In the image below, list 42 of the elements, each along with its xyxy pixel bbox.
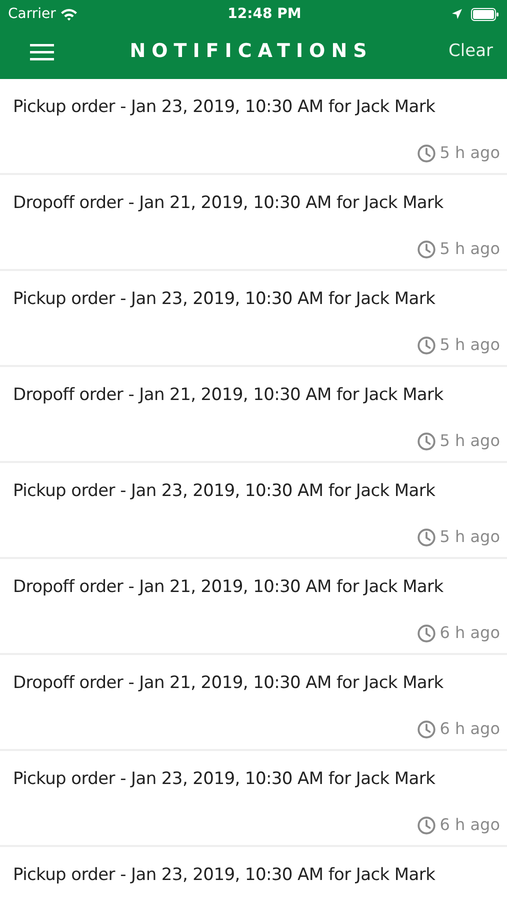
time-ago: 6 h ago — [440, 814, 500, 836]
clock-icon — [416, 816, 436, 834]
clock-icon — [416, 528, 436, 546]
page-title: NOTIFICATIONS — [130, 39, 373, 64]
notification-text: Dropoff order - Jan 21, 2019, 10:30 AM for Jack Mark — [13, 576, 444, 599]
time-ago: 5 h ago — [440, 238, 500, 260]
notification-item[interactable]: Pickup order - Jan 23, 2019, 10:30 AM for Jack Mark 5 h ago — [0, 463, 507, 559]
notification-item[interactable]: Dropoff order - Jan 21, 2019, 10:30 AM for Jack Mark 5 h ago — [0, 367, 507, 463]
notification-item[interactable]: Pickup order - Jan 23, 2019, 10:30 AM for Jack Mark 5 h ago — [0, 79, 507, 175]
notification-item[interactable]: Pickup order - Jan 23, 2019, 10:30 AM for Jack Mark — [0, 847, 507, 888]
notification-item[interactable]: Pickup order - Jan 23, 2019, 10:30 AM for Jack Mark 5 h ago — [0, 271, 507, 367]
notification-text: Dropoff order - Jan 21, 2019, 10:30 AM for Jack Mark — [13, 384, 444, 407]
time-ago: 5 h ago — [440, 334, 500, 356]
notification-item[interactable]: Dropoff order - Jan 21, 2019, 10:30 AM for Jack Mark 5 h ago — [0, 175, 507, 271]
carrier-label: Carrier — [8, 4, 56, 24]
notification-item[interactable]: Pickup order - Jan 23, 2019, 10:30 AM for Jack Mark 6 h ago — [0, 751, 507, 847]
time-ago: 6 h ago — [440, 622, 500, 644]
menu-icon[interactable] — [30, 42, 54, 60]
location-icon — [451, 8, 463, 20]
notification-item[interactable]: Dropoff order - Jan 21, 2019, 10:30 AM for Jack Mark 6 h ago — [0, 655, 507, 751]
clear-button[interactable]: Clear — [448, 38, 493, 64]
notification-text: Pickup order - Jan 23, 2019, 10:30 AM for Jack Mark — [13, 96, 436, 119]
time-ago: 6 h ago — [440, 718, 500, 740]
clock-icon — [416, 624, 436, 642]
clock-icon — [416, 144, 436, 162]
wifi-icon — [60, 8, 78, 20]
notification-text: Dropoff order - Jan 21, 2019, 10:30 AM for Jack Mark — [13, 672, 444, 695]
notification-item[interactable]: Dropoff order - Jan 21, 2019, 10:30 AM for Jack Mark 6 h ago — [0, 559, 507, 655]
time-ago: 5 h ago — [440, 142, 500, 164]
notification-text: Pickup order - Jan 23, 2019, 10:30 AM for Jack Mark — [13, 768, 436, 791]
clock-icon — [416, 336, 436, 354]
status-time: 12:48 PM — [228, 4, 302, 24]
clock-icon — [416, 720, 436, 738]
notification-text: Pickup order - Jan 23, 2019, 10:30 AM for Jack Mark — [13, 864, 436, 887]
time-ago: 5 h ago — [440, 430, 500, 452]
notification-text: Pickup order - Jan 23, 2019, 10:30 AM for Jack Mark — [13, 480, 436, 503]
time-ago: 5 h ago — [440, 526, 500, 548]
notification-text: Dropoff order - Jan 21, 2019, 10:30 AM for Jack Mark — [13, 192, 444, 215]
clock-icon — [416, 240, 436, 258]
battery-icon — [471, 8, 499, 20]
notification-text: Pickup order - Jan 23, 2019, 10:30 AM for Jack Mark — [13, 288, 436, 311]
clock-icon — [416, 432, 436, 450]
